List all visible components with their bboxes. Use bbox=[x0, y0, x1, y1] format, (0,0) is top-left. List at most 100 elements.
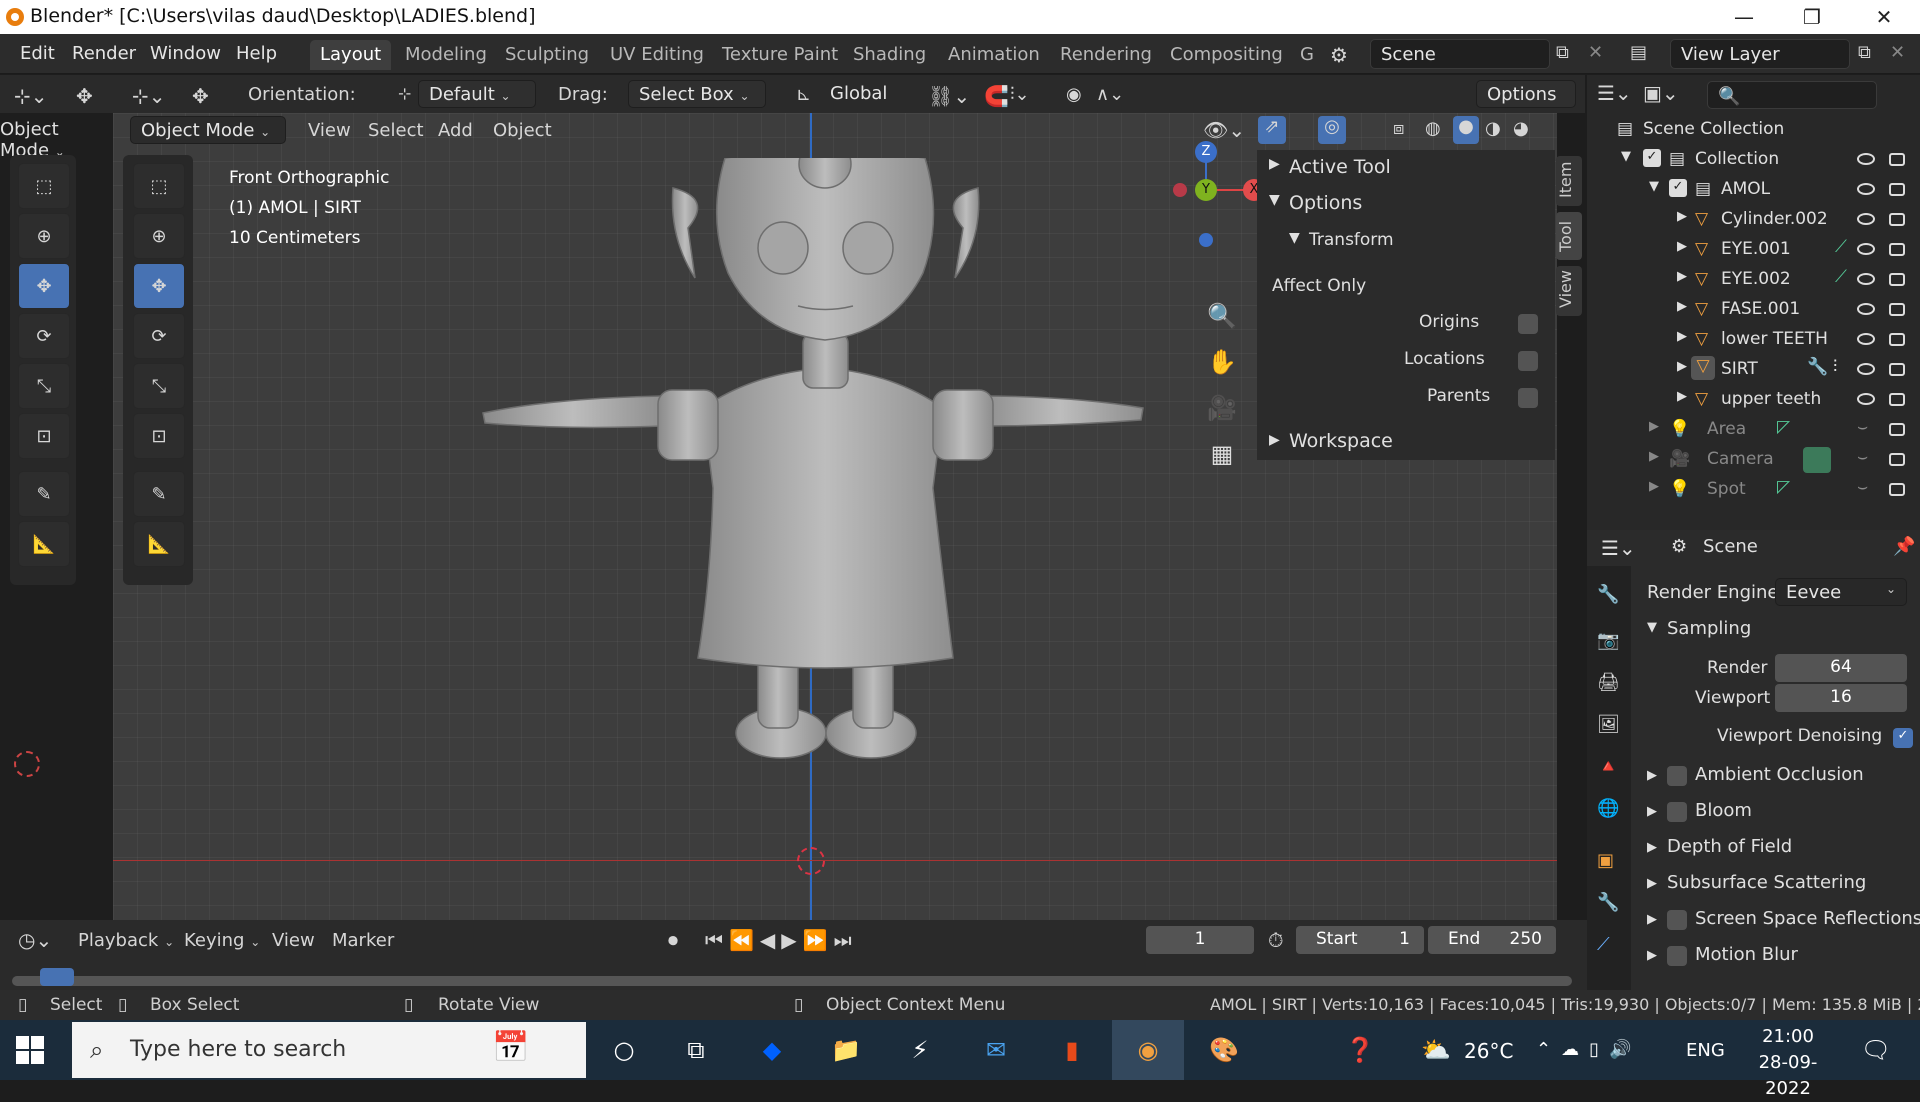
xray-icon[interactable]: ⧈ bbox=[1393, 118, 1404, 139]
record-icon[interactable]: ⏺ bbox=[668, 928, 678, 952]
paint-icon[interactable]: 🎨 bbox=[1204, 1030, 1244, 1070]
tab-layout[interactable]: Layout bbox=[310, 40, 392, 70]
transform-subpanel[interactable]: Transform bbox=[1309, 230, 1394, 250]
tab-animation[interactable]: Animation bbox=[938, 40, 1050, 70]
overlays-toggle-icon[interactable]: ◎ bbox=[1318, 116, 1346, 144]
outliner-search-input[interactable]: 🔍 bbox=[1707, 81, 1877, 109]
active-tool-panel[interactable]: Active Tool bbox=[1289, 156, 1391, 178]
task-view-icon[interactable]: ⧉ bbox=[676, 1030, 716, 1070]
menu-select[interactable]: Select bbox=[368, 120, 424, 141]
particles-tab-icon[interactable]: ⟋ bbox=[1597, 934, 1610, 955]
view-layer-tab-icon[interactable]: 🖼 bbox=[1597, 714, 1620, 735]
options-panel[interactable]: Options bbox=[1289, 192, 1362, 214]
ambient-occlusion-panel[interactable]: Ambient Occlusion bbox=[1695, 764, 1864, 785]
depth-of-field-panel[interactable]: Depth of Field bbox=[1667, 836, 1792, 857]
ssr-checkbox[interactable] bbox=[1667, 910, 1687, 930]
rotate-tool-icon[interactable]: ⟳ bbox=[133, 313, 185, 359]
tab-uv-editing[interactable]: UV Editing bbox=[600, 40, 714, 70]
rotate-tool-icon[interactable]: ⟳ bbox=[18, 313, 70, 359]
solid-shading-icon[interactable]: ● bbox=[1453, 116, 1479, 144]
render-engine-dropdown[interactable]: Eevee ⌄ bbox=[1775, 578, 1907, 606]
active-tool-expand-icon[interactable]: ▶ bbox=[1269, 156, 1280, 172]
temperature[interactable]: 26°C bbox=[1464, 1039, 1513, 1063]
drag-dropdown[interactable]: Select Box ⌄ bbox=[628, 80, 766, 108]
help-icon[interactable]: ❓ bbox=[1340, 1030, 1380, 1070]
pin-icon[interactable]: 📌 bbox=[1893, 536, 1915, 557]
options-dropdown[interactable]: Options ⌄ bbox=[1476, 80, 1576, 124]
tab-view[interactable]: View bbox=[1556, 266, 1582, 316]
end-frame-field[interactable]: End 250 bbox=[1428, 926, 1556, 954]
outliner-row-collection[interactable]: ▼ ✓ ▤ Collection bbox=[1587, 145, 1920, 175]
menu-help[interactable]: Help bbox=[236, 43, 277, 64]
move-icon[interactable]: ✥ bbox=[76, 84, 93, 108]
new-scene-icon[interactable]: ⧉ bbox=[1556, 42, 1569, 63]
tool-settings-icon[interactable]: ⊹⌄ bbox=[132, 84, 166, 108]
workspace-panel[interactable]: Workspace bbox=[1289, 430, 1393, 452]
outliner-row-scene-collection[interactable]: ▤ Scene Collection bbox=[1587, 115, 1920, 145]
snap-icon[interactable]: 🧲 bbox=[984, 84, 1009, 108]
tab-sculpting[interactable]: Sculpting bbox=[495, 40, 599, 70]
motion-blur-panel[interactable]: Motion Blur bbox=[1695, 944, 1798, 965]
locations-checkbox[interactable] bbox=[1518, 351, 1538, 371]
cortana-icon[interactable]: ○ bbox=[604, 1030, 644, 1070]
annotate-tool-icon[interactable]: ✎ bbox=[18, 471, 70, 517]
move-tool-icon[interactable]: ✥ bbox=[133, 263, 185, 309]
tab-shading[interactable]: Shading bbox=[843, 40, 936, 70]
measure-tool-icon[interactable]: 📐 bbox=[133, 521, 185, 567]
scale-tool-icon[interactable]: ⤡ bbox=[133, 363, 185, 409]
rendered-shading-icon[interactable]: ◕ bbox=[1513, 118, 1529, 139]
weather-icon[interactable]: ⛅ bbox=[1416, 1030, 1456, 1070]
origins-checkbox[interactable] bbox=[1518, 314, 1538, 334]
office-icon[interactable]: ▮ bbox=[1052, 1030, 1092, 1070]
outliner-row-camera[interactable]: ▶ 🎥 Camera ⌣ bbox=[1587, 445, 1920, 475]
editor-type-icon[interactable]: ⊹⌄ bbox=[14, 84, 48, 108]
timeline-view-menu[interactable]: View bbox=[272, 930, 315, 951]
render-tab-icon[interactable]: 📷 bbox=[1597, 630, 1619, 651]
outliner-row-object[interactable]: ▶ ▽ Cylinder.002 bbox=[1587, 205, 1920, 235]
system-tray-icons[interactable]: ⌃☁▯🔊 bbox=[1536, 1039, 1641, 1060]
ssr-panel[interactable]: Screen Space Reflections bbox=[1695, 908, 1920, 929]
motion-blur-checkbox[interactable] bbox=[1667, 946, 1687, 966]
menu-object[interactable]: Object bbox=[493, 120, 552, 141]
file-explorer-icon[interactable]: 📁 bbox=[826, 1030, 866, 1070]
character-model[interactable] bbox=[473, 158, 1173, 920]
select-tool-icon[interactable]: ⬚ bbox=[18, 163, 70, 209]
parents-checkbox[interactable] bbox=[1518, 388, 1538, 408]
search-highlight-icon[interactable]: 📅 bbox=[492, 1030, 529, 1065]
windows-start-icon[interactable] bbox=[16, 1036, 44, 1064]
snap-target-icon[interactable]: ⫶⌄ bbox=[1010, 84, 1030, 105]
scene-selector-icon[interactable]: ⚙ bbox=[1330, 43, 1348, 67]
outliner-row-spot[interactable]: ▶ 💡 Spot ◸ ⌣ bbox=[1587, 475, 1920, 505]
cursor-tool-icon[interactable]: ⊕ bbox=[133, 213, 185, 259]
playhead[interactable] bbox=[40, 968, 74, 986]
notifications-icon[interactable]: 🗨 bbox=[1856, 1030, 1896, 1070]
proportional-edit-icon[interactable]: ◉ bbox=[1066, 84, 1082, 105]
outliner-row-object[interactable]: ▶ ▽ upper teeth bbox=[1587, 385, 1920, 415]
menu-add[interactable]: Add bbox=[438, 120, 473, 141]
pivot-icon[interactable]: ⛓⌄ bbox=[928, 84, 970, 108]
scale-tool-icon[interactable]: ⤡ bbox=[18, 363, 70, 409]
render-samples-field[interactable]: 64 bbox=[1775, 654, 1907, 682]
camera-view-icon[interactable]: 🎥 bbox=[1203, 385, 1241, 431]
display-mode-icon[interactable]: ▣⌄ bbox=[1643, 81, 1679, 105]
select-box-tool-icon[interactable]: ⬚ bbox=[133, 163, 185, 209]
transform-tool-icon[interactable]: ⊡ bbox=[18, 413, 70, 459]
annotate-tool-icon[interactable]: ✎ bbox=[133, 471, 185, 517]
tab-tool[interactable]: Tool bbox=[1556, 212, 1582, 260]
marker-menu[interactable]: Marker bbox=[332, 930, 394, 951]
gizmo-neg-x-icon[interactable] bbox=[1173, 183, 1187, 197]
outliner-editor-icon[interactable]: ☰⌄ bbox=[1597, 81, 1632, 105]
pan-hand-icon[interactable]: ✋ bbox=[1203, 339, 1241, 385]
outliner-row-object[interactable]: ▶ ▽ FASE.001 bbox=[1587, 295, 1920, 325]
view-layer-icon[interactable]: ▤ bbox=[1630, 42, 1647, 63]
measure-tool-icon[interactable]: 📐 bbox=[18, 521, 70, 567]
output-tab-icon[interactable]: 🖨 bbox=[1597, 672, 1620, 693]
playback-menu[interactable]: Playback ⌄ bbox=[78, 930, 174, 951]
cursor-tool-icon[interactable]: ⊕ bbox=[18, 213, 70, 259]
view-layer-field[interactable]: View Layer bbox=[1670, 39, 1850, 69]
start-frame-field[interactable]: Start 1 bbox=[1296, 926, 1424, 954]
ambient-occlusion-checkbox[interactable] bbox=[1667, 766, 1687, 786]
wireframe-shading-icon[interactable]: ◍ bbox=[1425, 118, 1441, 139]
outliner-row-object[interactable]: ▶ ▽ SIRT 🔧 ⫶ bbox=[1587, 355, 1920, 385]
tab-rendering[interactable]: Rendering bbox=[1050, 40, 1162, 70]
